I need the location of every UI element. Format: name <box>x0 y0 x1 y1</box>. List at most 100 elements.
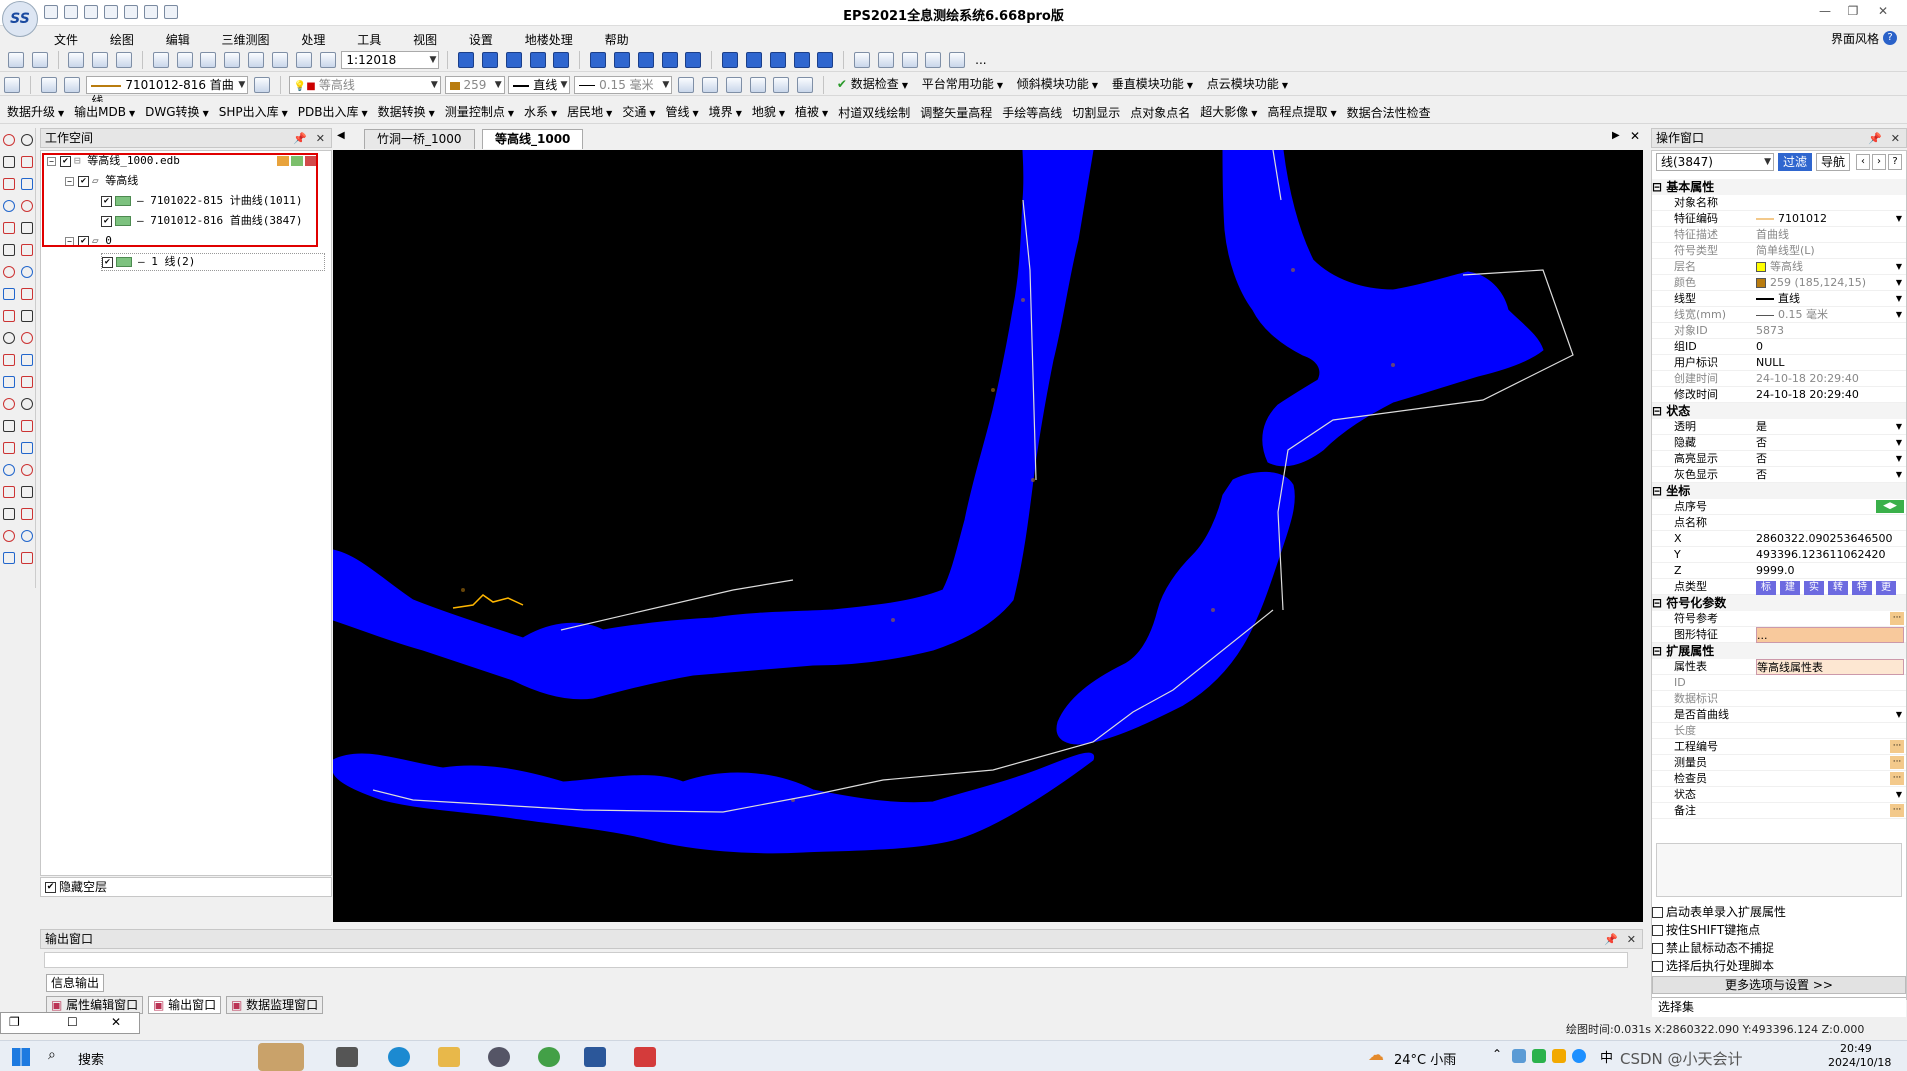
close-doc-icon[interactable]: ✕ <box>1630 129 1640 143</box>
output-text-area[interactable] <box>44 952 1628 968</box>
tray-network-icon[interactable] <box>1572 1049 1586 1063</box>
draw-tool-icon[interactable] <box>3 398 15 410</box>
tab-contour-1000[interactable]: 等高线_1000 <box>482 129 584 149</box>
draw-tool-icon[interactable] <box>3 508 15 520</box>
hide-empty-layers-option[interactable]: ✔ 隐藏空层 <box>40 877 332 897</box>
draw-tool-icon[interactable] <box>21 156 33 168</box>
attribute-grid-icon[interactable] <box>505 52 522 68</box>
property-value[interactable] <box>1756 515 1904 531</box>
property-value[interactable] <box>1756 707 1904 723</box>
property-value[interactable]: 7101012 <box>1756 211 1904 227</box>
property-row[interactable]: Y 493396.123611062420 <box>1652 547 1906 563</box>
draw-tool-icon[interactable] <box>3 354 15 366</box>
menu-3d-survey[interactable]: 三维测图 <box>222 30 270 50</box>
word-icon[interactable] <box>584 1047 606 1067</box>
draw-tool-icon[interactable] <box>21 354 33 366</box>
draw-tool-icon[interactable] <box>21 200 33 212</box>
draw-tool-icon[interactable] <box>21 420 33 432</box>
menu-edit[interactable]: 编辑 <box>166 30 190 50</box>
draw-tool-icon[interactable] <box>3 442 15 454</box>
pin-icon[interactable]: 📌 <box>1868 130 1882 148</box>
close-icon[interactable]: ✕ <box>111 1015 121 1029</box>
tab-data-monitor[interactable]: ▣ 数据监理窗口 <box>226 996 324 1014</box>
draw-tool-icon[interactable] <box>21 244 33 256</box>
draw-tool-icon[interactable] <box>3 530 15 542</box>
toolbar-item-20[interactable]: 高程点提取 ▼ <box>1267 102 1336 124</box>
property-value[interactable] <box>1756 675 1904 691</box>
chevron-down-icon[interactable]: ▼ <box>1896 275 1902 291</box>
clover-app-icon[interactable] <box>538 1047 560 1067</box>
zoom-in-icon[interactable] <box>176 52 193 68</box>
no-icon[interactable] <box>553 52 570 68</box>
refresh-layer-icon[interactable] <box>701 77 718 93</box>
data-check-menu[interactable]: ✔ 数据检查 ▼ <box>837 74 908 96</box>
ime-indicator[interactable]: 中 <box>1600 1047 1613 1066</box>
restore-icon[interactable]: ❐ <box>1843 4 1863 20</box>
close-icon[interactable]: ✕ <box>316 130 325 148</box>
select-icon[interactable] <box>64 77 81 93</box>
collapse-icon[interactable]: ⊟ <box>1652 644 1666 658</box>
property-value[interactable]: 0 <box>1756 339 1904 355</box>
point-type-button[interactable]: 建 <box>1780 581 1800 595</box>
property-row[interactable]: 测量员 ··· <box>1652 755 1906 771</box>
property-value[interactable]: 493396.123611062420 <box>1756 547 1904 563</box>
property-row[interactable]: 点序号 ◀▶ <box>1652 499 1906 515</box>
code-icon[interactable] <box>901 52 918 68</box>
property-value[interactable] <box>1756 723 1904 739</box>
group-state[interactable]: ⊟ 状态 <box>1652 403 1906 419</box>
line-mode-icon[interactable] <box>745 52 762 68</box>
copy-icon[interactable] <box>92 52 109 68</box>
chevron-down-icon[interactable]: ▼ <box>1896 451 1902 467</box>
toolbar-item-18[interactable]: 点对象点名 <box>1130 103 1190 123</box>
toolbar-item-15[interactable]: 调整矢量高程 <box>920 103 992 123</box>
pin-icon[interactable]: 📌 <box>1604 931 1618 949</box>
property-value[interactable]: 9999.0 <box>1756 563 1904 579</box>
platform-functions-menu[interactable]: 平台常用功能 ▼ <box>922 74 1003 96</box>
property-row[interactable]: 长度 <box>1652 723 1906 739</box>
property-value[interactable]: ... <box>1756 627 1904 643</box>
matrix-icon[interactable] <box>529 52 546 68</box>
task-view-icon[interactable] <box>336 1047 358 1067</box>
minimize-icon[interactable]: — <box>1815 4 1835 20</box>
toolbar-item-16[interactable]: 手绘等高线 <box>1002 103 1062 123</box>
point-type-button[interactable]: 标 <box>1756 581 1776 595</box>
point-type-button[interactable]: 实 <box>1804 581 1824 595</box>
checkbox[interactable]: ✔ <box>45 882 56 893</box>
maximize-icon[interactable]: ☐ <box>67 1015 78 1029</box>
property-row[interactable]: 线宽(mm) 0.15 毫米 ▼ <box>1652 307 1906 323</box>
nav-button[interactable]: 导航 <box>1816 153 1850 171</box>
ellipsis-button[interactable]: ··· <box>1890 612 1904 625</box>
tray-cloud-icon[interactable] <box>1512 1049 1526 1063</box>
text-mode-icon[interactable] <box>793 52 810 68</box>
property-value[interactable]: 5873 <box>1756 323 1904 339</box>
clock-date[interactable]: 2024/10/18 <box>1828 1056 1891 1069</box>
zoom-window-icon[interactable] <box>200 52 217 68</box>
draw-tool-icon[interactable] <box>3 244 15 256</box>
draw-tool-icon[interactable] <box>21 442 33 454</box>
property-row[interactable]: 创建时间 24-10-18 20:29:40 <box>1652 371 1906 387</box>
next-button[interactable]: › <box>1872 154 1886 170</box>
checkbox[interactable] <box>1652 925 1663 936</box>
draw-tool-icon[interactable] <box>21 530 33 542</box>
property-value[interactable]: 259 (185,124,15) <box>1756 275 1904 291</box>
toolbar-item-10[interactable]: 管线 ▼ <box>666 102 699 124</box>
feature-code-combo[interactable]: 7101012-816 首曲线 ▼ <box>86 76 249 108</box>
toolbar-item-6[interactable]: 测量控制点 ▼ <box>445 102 514 124</box>
chevron-down-icon[interactable]: ▼ <box>1896 211 1902 227</box>
draw-tool-icon[interactable] <box>3 288 15 300</box>
tray-wechat-icon[interactable] <box>1532 1049 1546 1063</box>
layer-combo[interactable]: 💡■ 等高线 ▼ <box>288 76 441 94</box>
collapse-icon[interactable]: ⊟ <box>1652 484 1666 498</box>
group-extended-properties[interactable]: ⊟ 扩展属性 <box>1652 643 1906 659</box>
property-row[interactable]: X 2860322.090253646500 <box>1652 531 1906 547</box>
number-mode-icon[interactable] <box>817 52 834 68</box>
cut-icon[interactable] <box>68 52 85 68</box>
paste-icon[interactable] <box>116 52 133 68</box>
info-icon[interactable] <box>40 77 57 93</box>
checkbox[interactable] <box>1652 961 1663 972</box>
toolbar-item-14[interactable]: 村道双线绘制 <box>838 103 910 123</box>
property-row[interactable]: Z 9999.0 <box>1652 563 1906 579</box>
snap-intersect-icon[interactable] <box>661 52 678 68</box>
globe-icon[interactable] <box>949 52 966 68</box>
menu-help[interactable]: 帮助 <box>605 30 629 50</box>
